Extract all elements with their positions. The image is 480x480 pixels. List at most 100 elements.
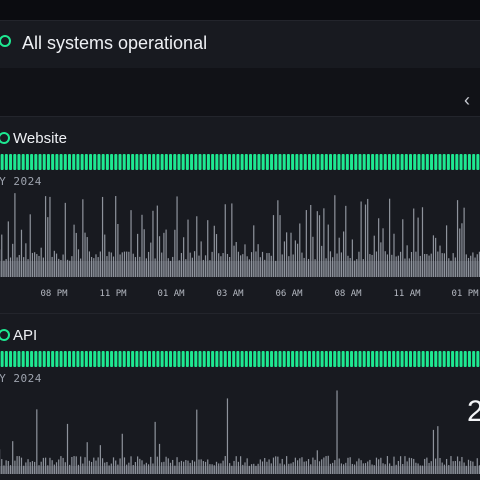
uptime-segment[interactable] xyxy=(421,351,425,367)
uptime-segment[interactable] xyxy=(387,351,391,367)
uptime-segment[interactable] xyxy=(244,154,248,170)
uptime-segment[interactable] xyxy=(425,351,429,367)
uptime-segment[interactable] xyxy=(459,351,463,367)
uptime-segment[interactable] xyxy=(17,154,21,170)
uptime-segment[interactable] xyxy=(455,154,459,170)
uptime-segment[interactable] xyxy=(114,154,118,170)
uptime-segment[interactable] xyxy=(122,154,126,170)
uptime-segment[interactable] xyxy=(139,351,143,367)
uptime-segment[interactable] xyxy=(185,154,189,170)
uptime-segment[interactable] xyxy=(278,154,282,170)
uptime-segment[interactable] xyxy=(249,351,253,367)
uptime-segment[interactable] xyxy=(316,154,320,170)
uptime-segment[interactable] xyxy=(126,351,130,367)
uptime-segment[interactable] xyxy=(89,351,93,367)
uptime-segment[interactable] xyxy=(131,351,135,367)
uptime-segment[interactable] xyxy=(291,351,295,367)
uptime-segment[interactable] xyxy=(476,351,480,367)
uptime-segment[interactable] xyxy=(324,351,328,367)
uptime-segment[interactable] xyxy=(307,351,311,367)
uptime-segment[interactable] xyxy=(333,154,337,170)
uptime-segment[interactable] xyxy=(223,154,227,170)
uptime-segment[interactable] xyxy=(72,154,76,170)
uptime-segment[interactable] xyxy=(42,351,46,367)
uptime-segment[interactable] xyxy=(467,351,471,367)
uptime-segment[interactable] xyxy=(97,154,101,170)
uptime-segment[interactable] xyxy=(211,154,215,170)
uptime-segment[interactable] xyxy=(430,154,434,170)
uptime-segment[interactable] xyxy=(84,351,88,367)
uptime-segment[interactable] xyxy=(329,154,333,170)
uptime-segment[interactable] xyxy=(261,351,265,367)
uptime-segment[interactable] xyxy=(34,351,38,367)
uptime-segment[interactable] xyxy=(312,351,316,367)
uptime-segment[interactable] xyxy=(446,351,450,367)
uptime-segment[interactable] xyxy=(173,351,177,367)
uptime-segment[interactable] xyxy=(442,351,446,367)
uptime-segment[interactable] xyxy=(286,351,290,367)
uptime-segment[interactable] xyxy=(244,351,248,367)
uptime-segment[interactable] xyxy=(438,351,442,367)
uptime-segment[interactable] xyxy=(362,154,366,170)
uptime-segment[interactable] xyxy=(30,351,34,367)
uptime-segment[interactable] xyxy=(93,154,97,170)
uptime-segment[interactable] xyxy=(413,351,417,367)
uptime-segment[interactable] xyxy=(333,351,337,367)
uptime-segment[interactable] xyxy=(350,351,354,367)
uptime-segment[interactable] xyxy=(341,154,345,170)
uptime-segment[interactable] xyxy=(152,351,156,367)
uptime-segment[interactable] xyxy=(413,154,417,170)
uptime-segment[interactable] xyxy=(55,154,59,170)
uptime-segment[interactable] xyxy=(434,154,438,170)
uptime-segment[interactable] xyxy=(139,154,143,170)
uptime-segment[interactable] xyxy=(362,351,366,367)
uptime-segment[interactable] xyxy=(358,351,362,367)
uptime-segment[interactable] xyxy=(409,154,413,170)
uptime-segment[interactable] xyxy=(299,351,303,367)
uptime-segment[interactable] xyxy=(198,351,202,367)
uptime-segment[interactable] xyxy=(194,154,198,170)
uptime-segment[interactable] xyxy=(295,351,299,367)
uptime-segment[interactable] xyxy=(455,351,459,367)
uptime-segment[interactable] xyxy=(261,154,265,170)
uptime-segment[interactable] xyxy=(131,154,135,170)
uptime-segment[interactable] xyxy=(143,154,147,170)
uptime-segment[interactable] xyxy=(67,154,71,170)
uptime-segment[interactable] xyxy=(21,351,25,367)
uptime-segment[interactable] xyxy=(371,351,375,367)
uptime-segment[interactable] xyxy=(177,154,181,170)
uptime-segment[interactable] xyxy=(249,154,253,170)
uptime-segment[interactable] xyxy=(164,154,168,170)
uptime-segment[interactable] xyxy=(337,351,341,367)
uptime-segment[interactable] xyxy=(181,154,185,170)
uptime-segment[interactable] xyxy=(337,154,341,170)
uptime-segment[interactable] xyxy=(312,154,316,170)
uptime-segment[interactable] xyxy=(51,351,55,367)
uptime-segment[interactable] xyxy=(38,154,42,170)
uptime-segment[interactable] xyxy=(253,154,257,170)
uptime-segment[interactable] xyxy=(451,351,455,367)
uptime-segment[interactable] xyxy=(25,154,29,170)
uptime-segment[interactable] xyxy=(425,154,429,170)
uptime-segment[interactable] xyxy=(93,351,97,367)
uptime-segment[interactable] xyxy=(206,351,210,367)
uptime-segment[interactable] xyxy=(404,154,408,170)
uptime-segment[interactable] xyxy=(219,351,223,367)
uptime-segment[interactable] xyxy=(270,154,274,170)
uptime-segment[interactable] xyxy=(135,351,139,367)
uptime-segment[interactable] xyxy=(341,351,345,367)
uptime-segment[interactable] xyxy=(169,351,173,367)
uptime-segment[interactable] xyxy=(227,154,231,170)
uptime-segment[interactable] xyxy=(472,154,476,170)
uptime-segment[interactable] xyxy=(299,154,303,170)
uptime-segment[interactable] xyxy=(177,351,181,367)
uptime-segment[interactable] xyxy=(97,351,101,367)
uptime-segment[interactable] xyxy=(345,154,349,170)
uptime-segment[interactable] xyxy=(366,351,370,367)
uptime-segment[interactable] xyxy=(286,154,290,170)
uptime-segment[interactable] xyxy=(30,154,34,170)
uptime-segment[interactable] xyxy=(404,351,408,367)
uptime-segment[interactable] xyxy=(55,351,59,367)
uptime-segment[interactable] xyxy=(21,154,25,170)
uptime-segment[interactable] xyxy=(34,154,38,170)
